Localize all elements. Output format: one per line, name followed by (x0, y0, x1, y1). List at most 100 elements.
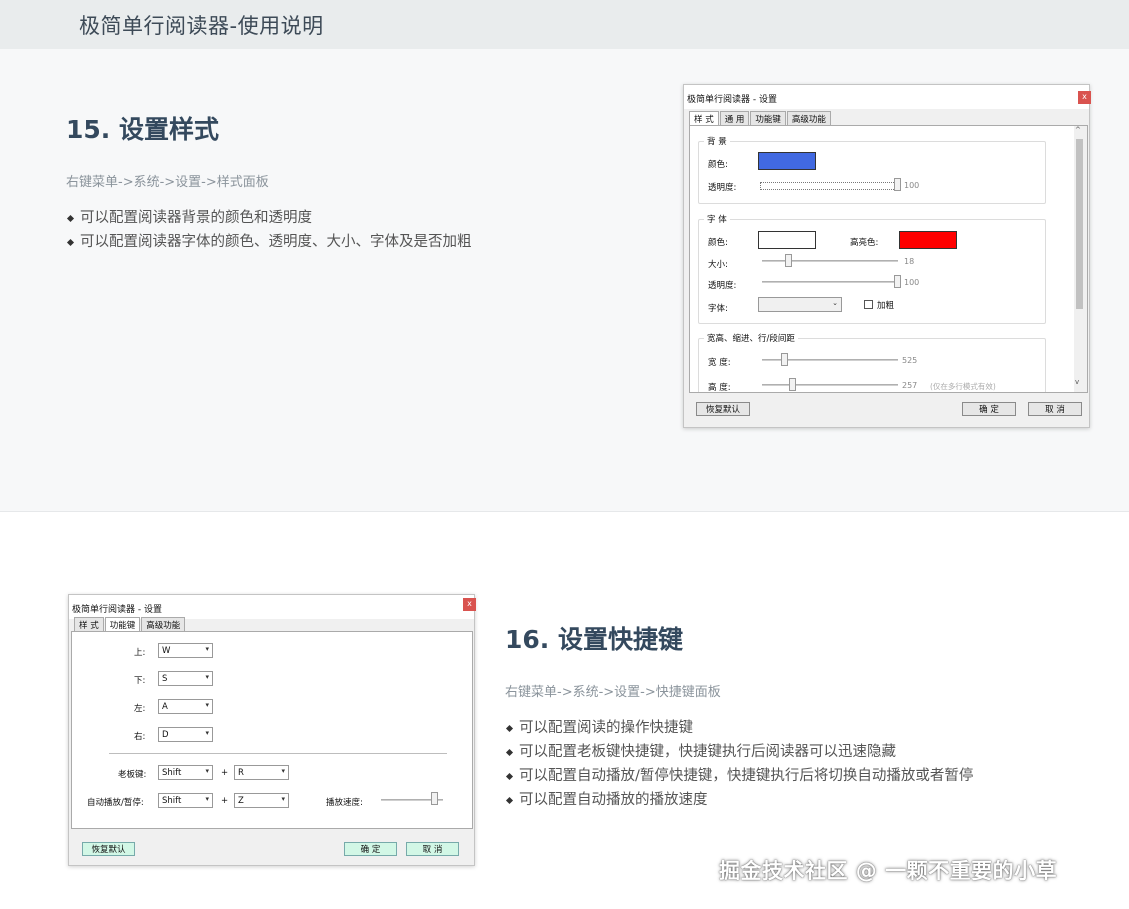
plus-sign: + (221, 796, 229, 806)
height-slider[interactable] (762, 384, 898, 386)
tab-advanced[interactable]: 高级功能 (786, 111, 831, 125)
section-style-path: 右键菜单->系统->设置->样式面板 (66, 175, 269, 190)
list-item: 可以配置阅读器背景的颜色和透明度 (66, 206, 472, 230)
close-icon[interactable]: x (1078, 91, 1091, 104)
font-group-label: 字 体 (704, 213, 730, 225)
bold-checkbox[interactable] (864, 300, 873, 309)
tab-style[interactable]: 样 式 (689, 111, 719, 126)
hotkey-panel: 上: W ▾ 下: S ▾ 左: A ▾ 右: D ▾ 老板键: Shift ▾ + R ▾… (71, 631, 473, 829)
font-size-label: 大小: (708, 260, 728, 270)
font-opacity-label: 透明度: (708, 281, 737, 291)
background-opacity-label: 透明度: (708, 183, 737, 193)
bullet-icon (66, 214, 75, 222)
list-item: 可以配置阅读器字体的颜色、透明度、大小、字体及是否加粗 (66, 230, 472, 254)
list-item: 可以配置老板键快捷键，快捷键执行后阅读器可以迅速隐藏 (505, 740, 973, 764)
hotkey-settings-dialog: 极简单行阅读器 - 设置 x 样 式 功能键 高级功能 上: W ▾ 下: S ▾ … (68, 594, 476, 866)
bullet-icon (505, 772, 514, 780)
down-key-select[interactable]: S ▾ (158, 671, 213, 686)
tab-hotkeys[interactable]: 功能键 (104, 617, 141, 632)
page-title: 极简单行阅读器-使用说明 (79, 14, 324, 38)
background-opacity-thumb[interactable] (894, 178, 901, 191)
tab-bar: 样 式 功能键 高级功能 (74, 617, 186, 632)
width-label: 宽 度: (708, 358, 731, 368)
list-item-text: 可以配置自动播放/暂停快捷键，快捷键执行后将切换自动播放或者暂停 (519, 768, 974, 784)
scroll-up-icon[interactable]: ^ (1075, 126, 1081, 134)
left-label: 左: (134, 704, 146, 714)
boss-key-select[interactable]: R ▾ (234, 765, 289, 780)
plus-sign: + (221, 768, 229, 778)
divider (109, 753, 447, 754)
boss-modifier-value: Shift (162, 768, 182, 778)
font-opacity-slider[interactable] (762, 281, 898, 283)
bullet-icon (505, 796, 514, 804)
chevron-down-icon: ▾ (205, 701, 209, 709)
chevron-down-icon: ▾ (281, 767, 285, 775)
list-item-text: 可以配置老板键快捷键，快捷键执行后阅读器可以迅速隐藏 (519, 744, 896, 760)
chevron-down-icon: ▾ (205, 673, 209, 681)
chevron-down-icon: ▾ (205, 729, 209, 737)
background-color-swatch[interactable] (758, 152, 816, 170)
auto-play-label: 自动播放/暂停: (87, 798, 144, 808)
vertical-scrollbar[interactable]: ^ v (1074, 126, 1087, 392)
ok-button[interactable]: 确 定 (344, 842, 397, 856)
list-item-text: 可以配置阅读的操作快捷键 (519, 720, 693, 736)
left-key-value: A (162, 702, 168, 712)
tab-general[interactable]: 通 用 (719, 111, 750, 125)
background-opacity-slider[interactable] (760, 182, 898, 190)
width-thumb[interactable] (781, 353, 788, 366)
bullet-icon (505, 748, 514, 756)
list-item: 可以配置阅读的操作快捷键 (505, 716, 973, 740)
font-size-value: 18 (904, 257, 915, 266)
font-opacity-value: 100 (904, 278, 920, 287)
scrollbar-thumb[interactable] (1076, 139, 1083, 309)
style-settings-dialog: 极简单行阅读器 - 设置 x 样 式 通 用 功能键 高级功能 背 景 颜色: … (683, 84, 1091, 428)
up-key-value: W (162, 646, 171, 656)
restore-defaults-button[interactable]: 恢复默认 (82, 842, 135, 856)
height-note: (仅在多行模式有效) (930, 382, 996, 391)
font-size-thumb[interactable] (785, 254, 792, 267)
background-opacity-value: 100 (904, 181, 920, 190)
section-hotkeys-path: 右键菜单->系统->设置->快捷键面板 (505, 685, 721, 700)
font-family-select[interactable]: ⌄ (758, 297, 842, 312)
font-color-swatch[interactable] (758, 231, 816, 249)
tab-bar: 样 式 通 用 功能键 高级功能 (689, 111, 832, 126)
restore-defaults-button[interactable]: 恢复默认 (696, 402, 750, 416)
list-item: 可以配置自动播放的播放速度 (505, 788, 973, 812)
down-label: 下: (134, 676, 146, 686)
cancel-button[interactable]: 取 消 (406, 842, 459, 856)
tab-advanced[interactable]: 高级功能 (141, 617, 186, 631)
auto-play-key-select[interactable]: Z ▾ (234, 793, 289, 808)
list-item-text: 可以配置阅读器背景的颜色和透明度 (80, 210, 312, 226)
section-hotkeys-bullets: 可以配置阅读的操作快捷键 可以配置老板键快捷键，快捷键执行后阅读器可以迅速隐藏 … (505, 716, 973, 812)
height-thumb[interactable] (789, 378, 796, 391)
background-group-label: 背 景 (704, 135, 730, 147)
section-hotkeys-heading: 16. 设置快捷键 (505, 625, 683, 654)
left-key-select[interactable]: A ▾ (158, 699, 213, 714)
page-header: 极简单行阅读器-使用说明 (0, 0, 1129, 49)
close-icon[interactable]: x (463, 598, 476, 611)
scroll-down-icon[interactable]: v (1075, 378, 1079, 386)
section-style-bullets: 可以配置阅读器背景的颜色和透明度 可以配置阅读器字体的颜色、透明度、大小、字体及… (66, 206, 472, 254)
height-label: 高 度: (708, 383, 731, 393)
up-key-select[interactable]: W ▾ (158, 643, 213, 658)
tab-style[interactable]: 样 式 (74, 617, 104, 631)
ok-button[interactable]: 确 定 (962, 402, 1016, 416)
background-color-label: 颜色: (708, 160, 728, 170)
height-value: 257 (902, 381, 918, 390)
right-label: 右: (134, 732, 146, 742)
bullet-icon (66, 238, 75, 246)
width-value: 525 (902, 356, 918, 365)
dialog-title: 极简单行阅读器 - 设置 (684, 85, 1089, 109)
font-opacity-thumb[interactable] (894, 275, 901, 288)
play-speed-thumb[interactable] (431, 792, 438, 805)
right-key-select[interactable]: D ▾ (158, 727, 213, 742)
font-size-slider[interactable] (762, 260, 898, 262)
bullet-icon (505, 724, 514, 732)
cancel-button[interactable]: 取 消 (1028, 402, 1082, 416)
auto-play-key-value: Z (238, 796, 244, 806)
background-group (698, 141, 1046, 204)
highlight-color-swatch[interactable] (899, 231, 957, 249)
tab-hotkeys[interactable]: 功能键 (750, 111, 786, 125)
boss-modifier-select[interactable]: Shift ▾ (158, 765, 213, 780)
auto-play-modifier-select[interactable]: Shift ▾ (158, 793, 213, 808)
